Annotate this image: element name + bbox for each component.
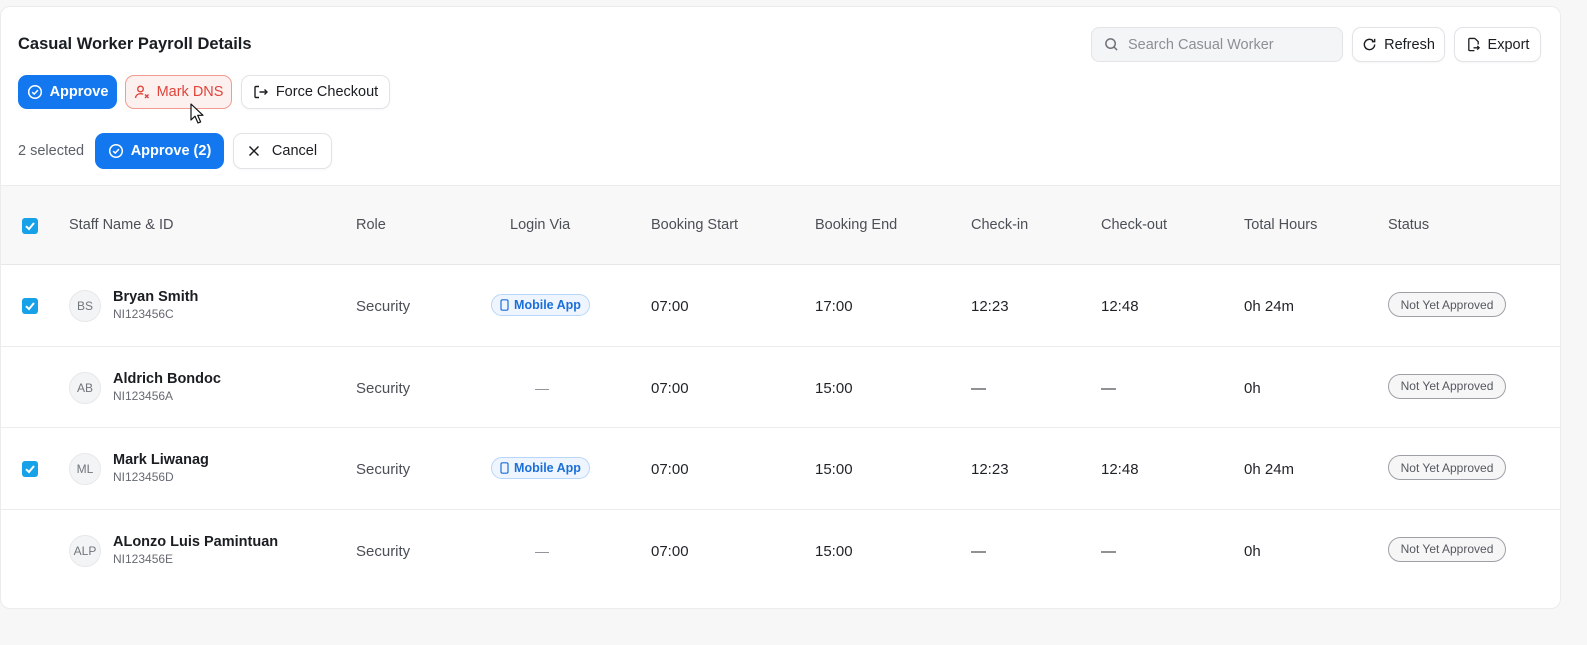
check-icon: [25, 465, 35, 474]
login-via-label: Mobile App: [514, 298, 581, 312]
staff-id: NI123456A: [113, 388, 174, 403]
staff-id: NI123456C: [113, 307, 174, 321]
status-badge: Not Yet Approved: [1388, 292, 1506, 317]
avatar: ALP: [69, 534, 101, 567]
table-header: Staff Name & ID Role Login Via Booking S…: [1, 185, 1560, 265]
refresh-icon: [1363, 38, 1376, 51]
approve-button[interactable]: Approve: [18, 75, 117, 109]
mobile-icon: [500, 462, 509, 474]
staff-name: Mark Liwanag: [113, 452, 209, 468]
status-badge: Not Yet Approved: [1388, 536, 1506, 562]
role: Security: [356, 298, 411, 315]
table-row[interactable]: AB Aldrich Bondoc NI123456A Security — 0…: [1, 347, 1560, 428]
check-in: —: [971, 542, 986, 560]
col-check-in[interactable]: Check-in: [971, 217, 1028, 233]
table-row[interactable]: BS Bryan Smith NI123456C Security Mobile…: [1, 265, 1560, 347]
login-via-badge: Mobile App: [491, 294, 590, 316]
avatar: BS: [69, 290, 101, 322]
check-in: 12:23: [971, 298, 1009, 315]
mouse-cursor-icon: [190, 103, 204, 124]
mark-dns-label: Mark DNS: [156, 84, 224, 100]
select-all-checkbox[interactable]: [22, 218, 38, 234]
col-total-hours[interactable]: Total Hours: [1244, 217, 1317, 233]
approve-selected-button[interactable]: Approve (2): [95, 133, 224, 169]
check-out: 12:48: [1101, 461, 1139, 478]
col-staff[interactable]: Staff Name & ID: [69, 217, 174, 233]
force-checkout-button[interactable]: Force Checkout: [241, 75, 390, 109]
col-booking-end[interactable]: Booking End: [815, 217, 897, 233]
check-icon: [25, 222, 35, 231]
export-label: Export: [1487, 36, 1530, 53]
cancel-button[interactable]: Cancel: [233, 133, 332, 169]
total-hours: 0h: [1244, 379, 1261, 397]
login-via-badge: Mobile App: [491, 457, 590, 479]
login-via-empty: —: [535, 542, 549, 559]
booking-end: 15:00: [815, 461, 853, 478]
table-row[interactable]: ALP ALonzo Luis Pamintuan NI123456E Secu…: [1, 510, 1560, 592]
search-box[interactable]: [1091, 27, 1343, 62]
check-out: —: [1101, 542, 1116, 560]
selected-count: 2 selected: [18, 143, 85, 159]
booking-start: 07:00: [651, 379, 689, 397]
check-circle-icon: [108, 143, 123, 159]
col-booking-start[interactable]: Booking Start: [651, 217, 738, 233]
check-in: 12:23: [971, 461, 1009, 478]
total-hours: 0h 24m: [1244, 298, 1295, 315]
close-icon: [248, 145, 259, 157]
export-icon: [1467, 37, 1480, 52]
logout-icon: [254, 85, 268, 99]
check-icon: [25, 302, 35, 311]
search-input[interactable]: [1128, 36, 1328, 53]
role: Security: [356, 542, 411, 560]
refresh-button[interactable]: Refresh: [1352, 27, 1445, 62]
cancel-label: Cancel: [271, 143, 318, 159]
check-out: 12:48: [1101, 298, 1139, 315]
booking-end: 17:00: [815, 298, 853, 315]
mobile-icon: [500, 299, 509, 311]
total-hours: 0h: [1244, 542, 1261, 560]
status-badge: Not Yet Approved: [1388, 373, 1506, 399]
login-via-label: Mobile App: [514, 461, 581, 475]
staff-name: ALonzo Luis Pamintuan: [113, 533, 279, 550]
total-hours: 0h 24m: [1244, 461, 1295, 478]
check-in: —: [971, 379, 986, 397]
booking-end: 15:00: [815, 542, 853, 560]
booking-end: 15:00: [815, 379, 853, 397]
avatar: ML: [69, 453, 101, 485]
col-role[interactable]: Role: [356, 217, 386, 233]
approve-selected-label: Approve (2): [130, 143, 212, 159]
avatar: AB: [69, 371, 101, 404]
page-title: Casual Worker Payroll Details: [18, 35, 252, 53]
approve-label: Approve: [49, 84, 109, 100]
role: Security: [356, 461, 411, 478]
login-via-empty: —: [535, 379, 549, 396]
table-row[interactable]: ML Mark Liwanag NI123456D Security Mobil…: [1, 428, 1560, 510]
staff-id: NI123456E: [113, 551, 174, 566]
check-out: —: [1101, 379, 1116, 397]
force-checkout-label: Force Checkout: [275, 84, 379, 100]
check-circle-icon: [27, 84, 42, 100]
role: Security: [356, 379, 411, 397]
staff-id: NI123456D: [113, 470, 174, 484]
booking-start: 07:00: [651, 542, 689, 560]
export-button[interactable]: Export: [1454, 27, 1541, 62]
payroll-card: Casual Worker Payroll Details Refresh Ex…: [0, 6, 1561, 609]
col-status[interactable]: Status: [1388, 217, 1429, 233]
staff-name: Bryan Smith: [113, 289, 199, 305]
row-checkbox[interactable]: [22, 461, 38, 477]
user-x-icon: [134, 85, 149, 99]
col-check-out[interactable]: Check-out: [1101, 217, 1167, 233]
refresh-label: Refresh: [1384, 36, 1435, 53]
row-checkbox[interactable]: [22, 298, 38, 314]
search-icon: [1105, 38, 1118, 51]
mark-dns-button[interactable]: Mark DNS: [125, 75, 232, 109]
staff-name: Aldrich Bondoc: [113, 370, 221, 387]
col-login-via[interactable]: Login Via: [510, 217, 570, 233]
status-badge: Not Yet Approved: [1388, 455, 1506, 480]
payroll-table: Staff Name & ID Role Login Via Booking S…: [1, 185, 1560, 592]
booking-start: 07:00: [651, 461, 689, 478]
booking-start: 07:00: [651, 298, 689, 315]
